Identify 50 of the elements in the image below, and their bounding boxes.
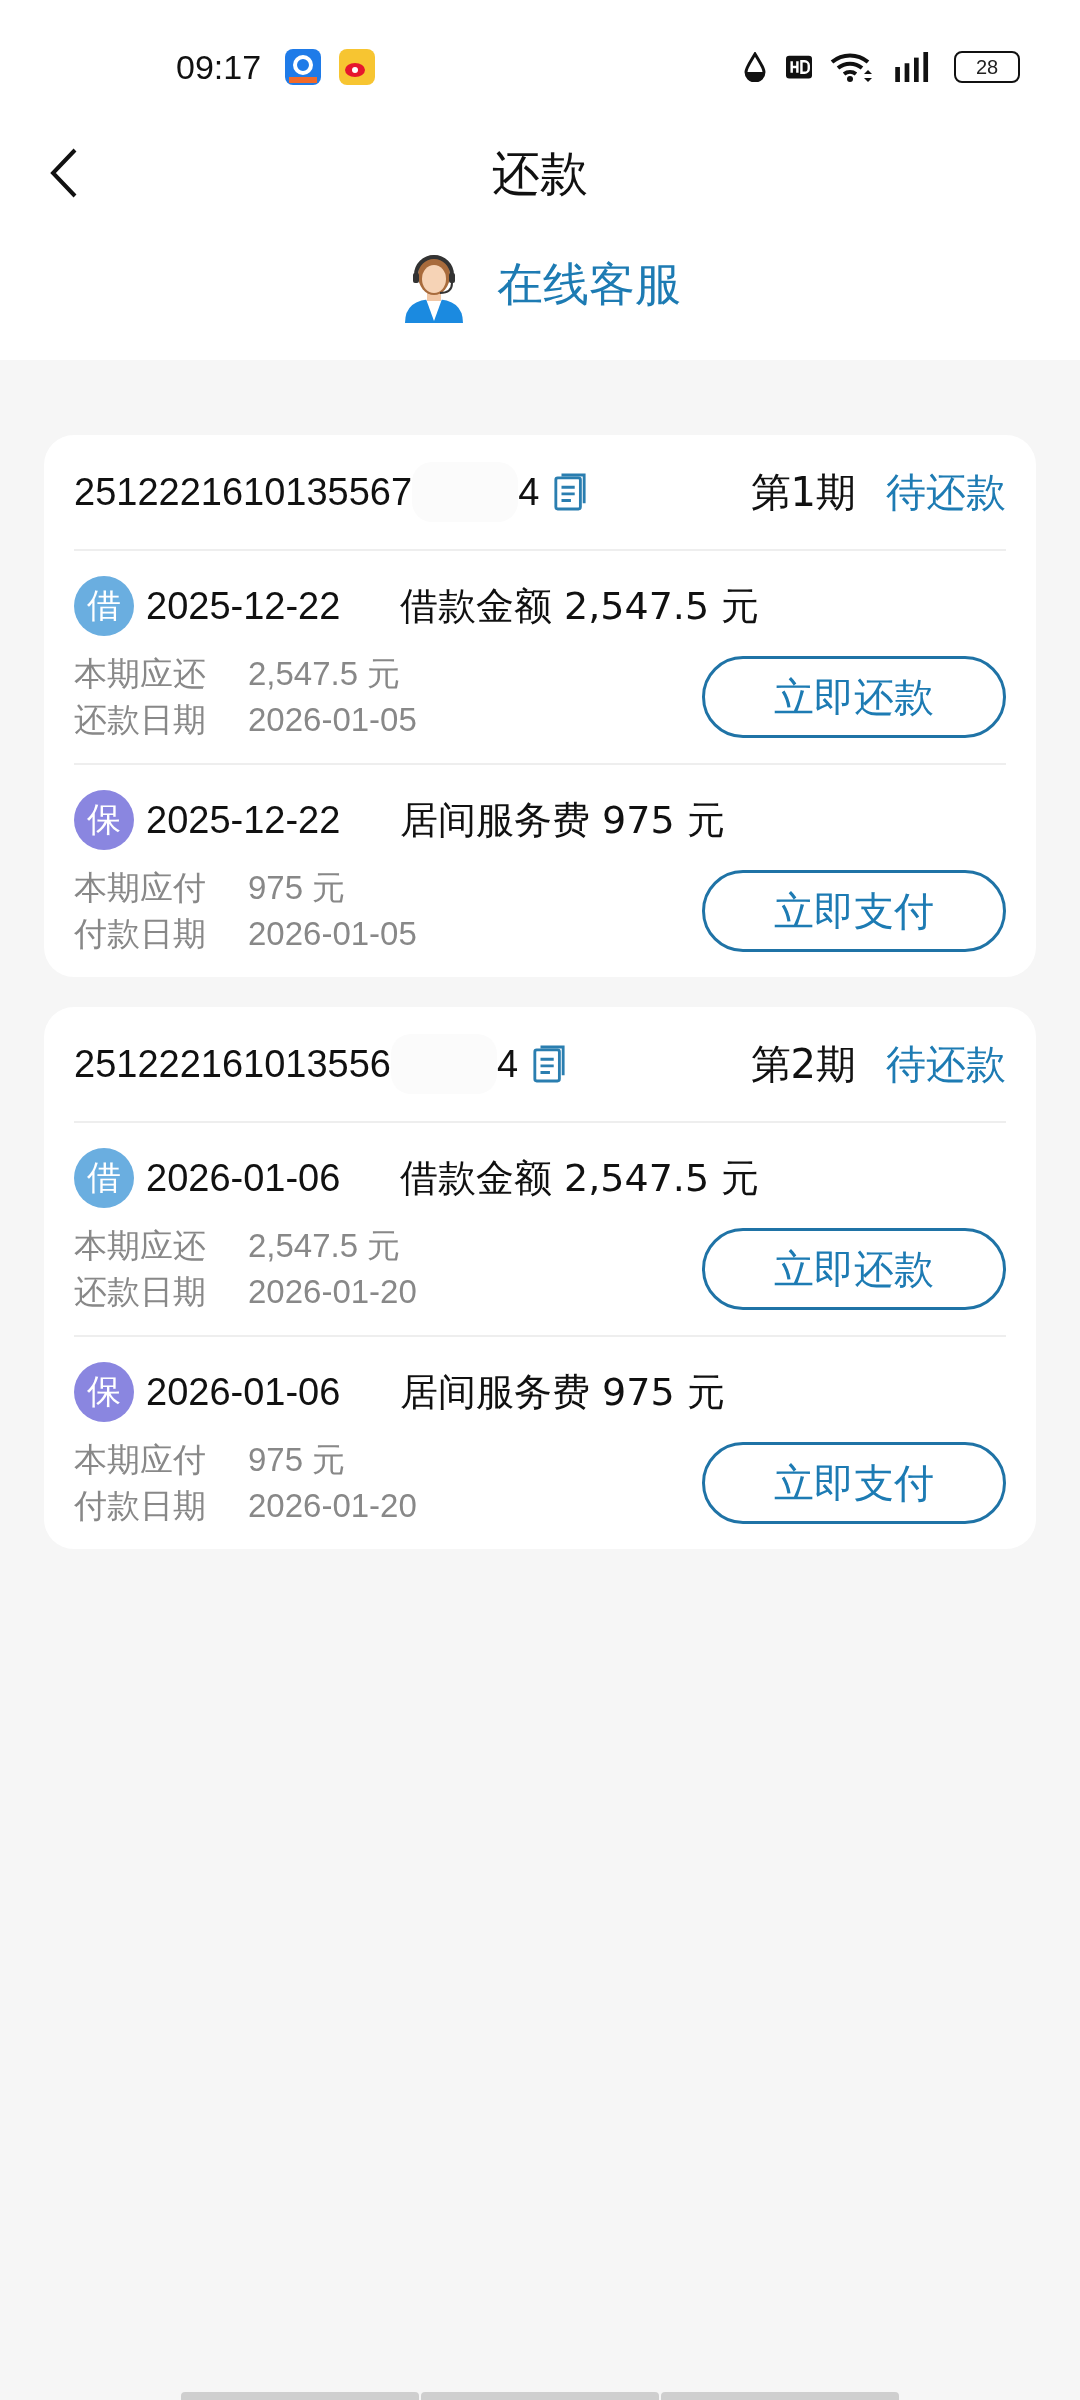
drop-icon <box>742 52 768 82</box>
pay-button[interactable]: 立即还款 <box>702 656 1006 738</box>
detail-value: 2026-01-20 <box>248 1273 417 1311</box>
order-number-end: 4 <box>497 1042 519 1086</box>
app-icon <box>285 49 322 85</box>
back-icon <box>49 146 79 199</box>
page-title: 还款 <box>492 144 588 203</box>
detail-label: 本期应付 <box>74 1438 207 1481</box>
item-date: 2026-01-06 <box>146 1370 342 1414</box>
item-summary: 借款金额 2,547.5 元 <box>400 1154 760 1202</box>
status-label: 待还款 <box>886 467 1006 517</box>
detail-value: 2026-01-05 <box>248 915 417 953</box>
period-label: 第1期 <box>750 467 856 517</box>
pay-button[interactable]: 立即支付 <box>702 870 1006 952</box>
order-number-end: 4 <box>518 470 540 514</box>
item-summary: 居间服务费 975 元 <box>400 1368 725 1416</box>
status-time: 09:17 <box>176 47 262 87</box>
battery-icon: 28 <box>954 51 1020 83</box>
wifi-icon <box>830 52 874 82</box>
detail-label: 本期应付 <box>74 866 207 909</box>
status-label: 待还款 <box>886 1039 1006 1089</box>
item-summary: 借款金额 2,547.5 元 <box>400 582 760 630</box>
type-badge: 保 <box>74 790 134 850</box>
type-badge: 借 <box>74 576 134 636</box>
item-date: 2026-01-06 <box>146 1156 342 1200</box>
item-date: 2025-12-22 <box>146 798 342 842</box>
type-badge: 保 <box>74 1362 134 1422</box>
detail-label: 付款日期 <box>74 912 207 955</box>
pay-button[interactable]: 立即还款 <box>702 1228 1006 1310</box>
detail-value: 975 元 <box>248 1439 346 1480</box>
detail-label: 还款日期 <box>74 698 207 741</box>
type-badge: 借 <box>74 1148 134 1208</box>
online-support-link[interactable]: 在线客服 <box>497 254 681 316</box>
detail-label: 本期应还 <box>74 652 207 695</box>
item-summary: 居间服务费 975 元 <box>400 796 725 844</box>
pay-button[interactable]: 立即支付 <box>702 1442 1006 1524</box>
detail-value: 2026-01-20 <box>248 1487 417 1525</box>
detail-label: 还款日期 <box>74 1270 207 1313</box>
detail-label: 付款日期 <box>74 1484 207 1527</box>
detail-value: 2,547.5 元 <box>248 1225 401 1266</box>
detail-value: 2026-01-05 <box>248 701 417 739</box>
period-label: 第2期 <box>750 1039 856 1089</box>
detail-value: 2,547.5 元 <box>248 653 401 694</box>
detail-label: 本期应还 <box>74 1224 207 1267</box>
item-date: 2025-12-22 <box>146 584 342 628</box>
order-number: 251222161013556 <box>74 1042 391 1086</box>
order-number: 2512221610135567 <box>74 470 413 514</box>
copy-icon[interactable] <box>553 472 588 512</box>
detail-value: 975 元 <box>248 867 346 908</box>
copy-icon[interactable] <box>532 1044 567 1084</box>
